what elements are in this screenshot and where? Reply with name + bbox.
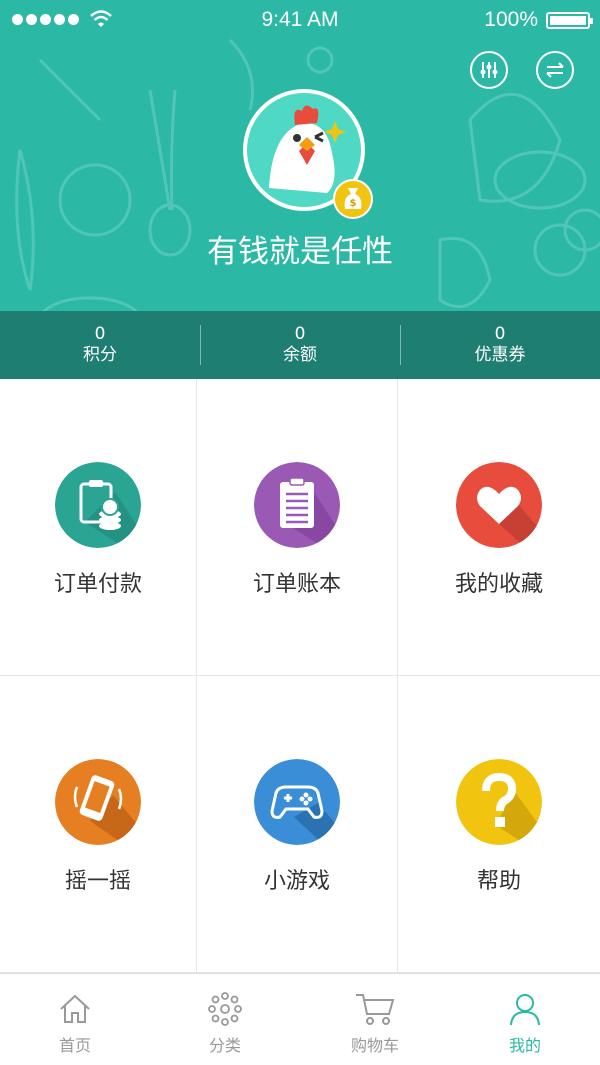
question-icon: [456, 759, 542, 845]
tab-home[interactable]: 首页: [0, 974, 150, 1065]
cart-icon: [356, 994, 395, 1025]
stat-label: 余额: [283, 345, 317, 365]
shake-phone-icon: [55, 759, 141, 845]
stat-value: 0: [94, 324, 106, 344]
gamepad-icon: [254, 759, 340, 845]
battery-icon: [546, 12, 593, 29]
grid-item-label: 订单账本: [252, 572, 341, 597]
stat-value: 0: [494, 324, 506, 344]
grid-item-label: 我的收藏: [454, 572, 543, 597]
grid-item-label: 帮助: [476, 869, 521, 894]
grid-item-order-payment[interactable]: 订单付款: [0, 379, 197, 676]
battery-percent: 100%: [484, 8, 538, 31]
tab-label: 首页: [58, 1036, 91, 1055]
money-bag-icon: $: [333, 179, 373, 219]
tab-cart[interactable]: 购物车: [300, 974, 450, 1065]
stat-points[interactable]: 0 积分: [0, 311, 200, 379]
grid-item-mini-games[interactable]: 小游戏: [197, 676, 398, 973]
clipboard-list-icon: [254, 462, 340, 548]
tab-label: 分类: [208, 1036, 241, 1055]
stat-label: 积分: [83, 345, 117, 365]
stats-bar: 0 积分 0 余额 0 优惠券: [0, 311, 600, 379]
feature-grid: 订单付款 订单账本 我的收藏 摇一摇 小游戏 帮助: [0, 379, 600, 973]
grid-item-favorites[interactable]: 我的收藏: [398, 379, 600, 676]
profile-header: 9:41 AM 100% $ 有钱就是任性: [0, 0, 600, 311]
grid-item-label: 小游戏: [263, 869, 330, 894]
category-icon: [208, 992, 242, 1026]
home-icon: [60, 994, 90, 1023]
sliders-icon: [480, 62, 498, 78]
stat-label: 优惠券: [474, 345, 526, 365]
username: 有钱就是任性: [207, 234, 393, 270]
grid-item-label: 订单付款: [53, 572, 142, 597]
avatar[interactable]: $: [243, 89, 373, 219]
tab-label: 我的: [508, 1036, 541, 1055]
grid-item-help[interactable]: 帮助: [398, 676, 600, 973]
clipboard-coins-icon: [55, 462, 141, 548]
stat-value: 0: [294, 324, 306, 344]
status-bar: 9:41 AM 100%: [0, 0, 600, 40]
swap-arrows-icon: [546, 62, 564, 78]
user-icon: [510, 994, 540, 1026]
settings-sliders-button[interactable]: [470, 51, 508, 89]
grid-item-order-ledger[interactable]: 订单账本: [197, 379, 398, 676]
heart-icon: [456, 462, 542, 548]
tab-label: 购物车: [350, 1036, 399, 1055]
switch-account-button[interactable]: [536, 51, 574, 89]
tab-mine[interactable]: 我的: [450, 974, 600, 1065]
stat-balance[interactable]: 0 余额: [200, 311, 400, 379]
stat-coupons[interactable]: 0 优惠券: [400, 311, 600, 379]
grid-item-shake[interactable]: 摇一摇: [0, 676, 197, 973]
grid-item-label: 摇一摇: [64, 869, 131, 894]
bottom-tab-bar: 首页 分类 购物车 我的: [0, 973, 600, 1065]
svg-text:$: $: [350, 198, 357, 209]
tab-category[interactable]: 分类: [150, 974, 300, 1065]
